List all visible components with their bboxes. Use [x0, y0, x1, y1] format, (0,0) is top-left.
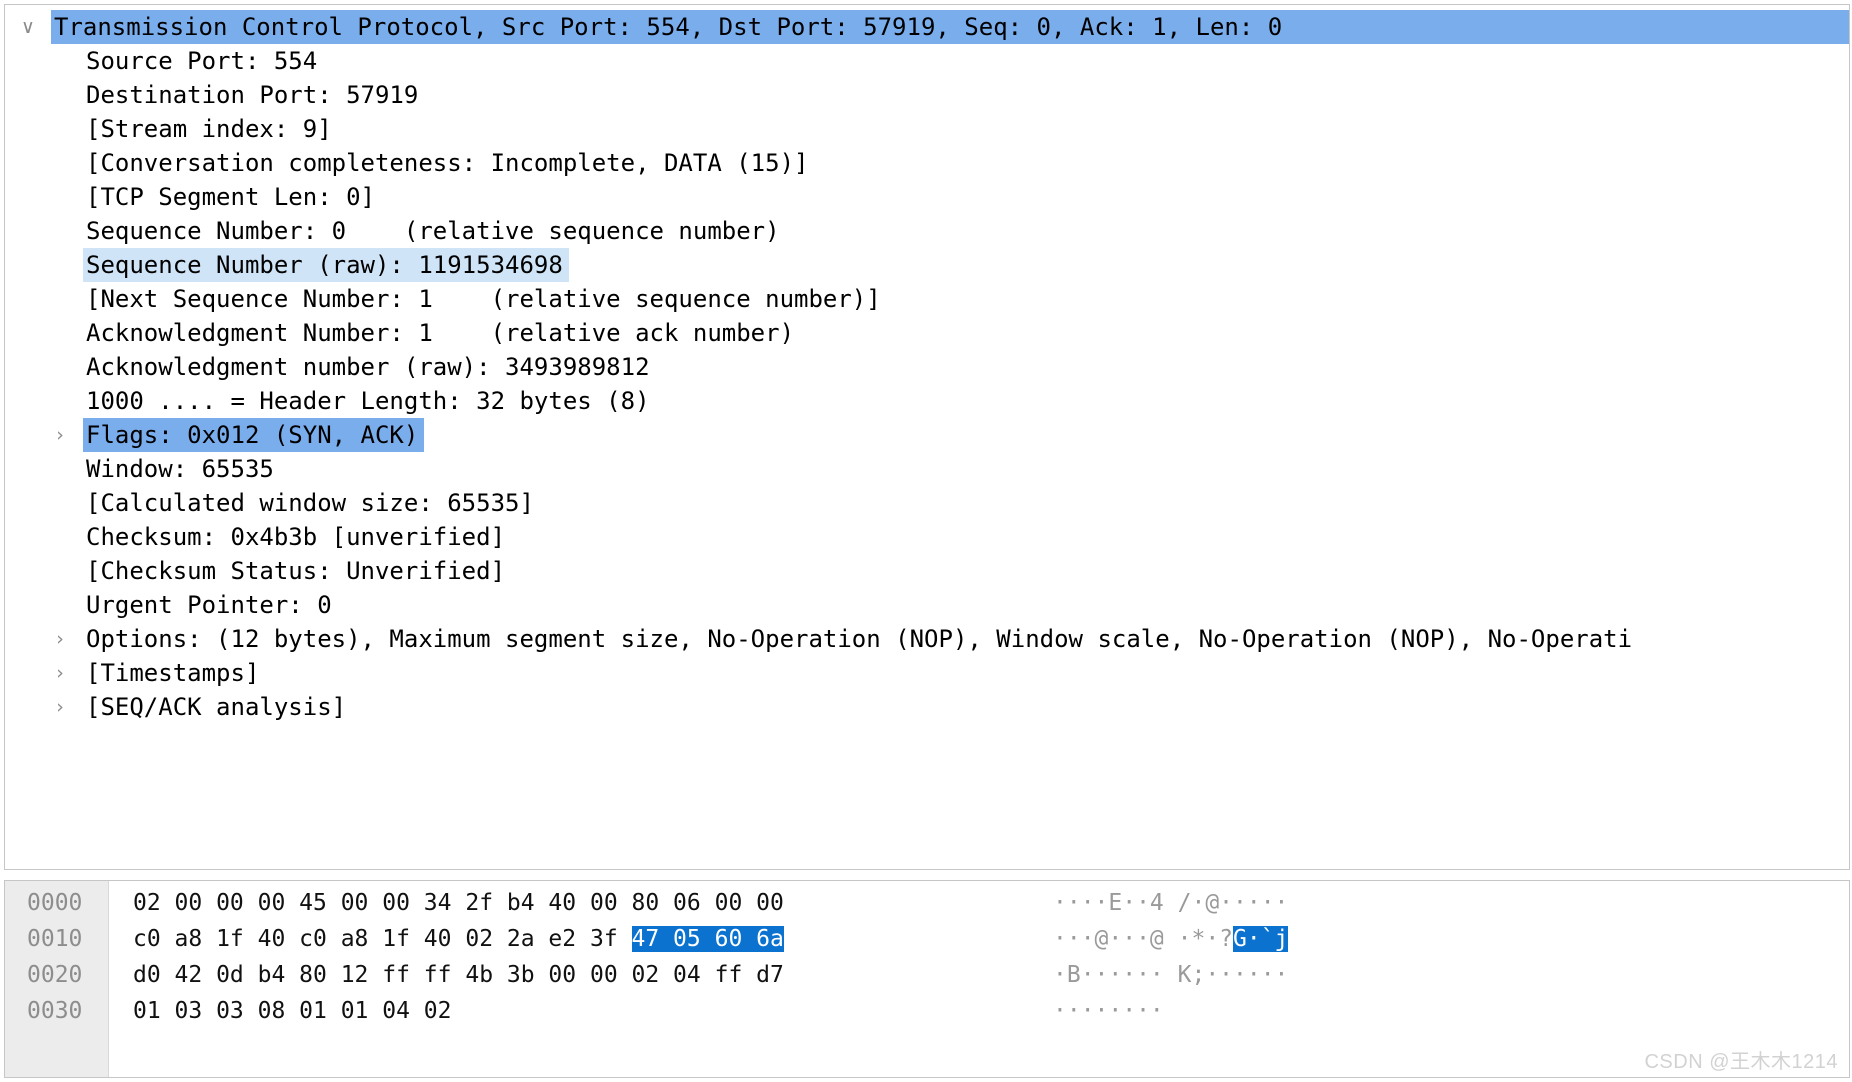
tree-row[interactable]: Checksum: 0x4b3b [unverified] [5, 520, 1849, 554]
hex-bytes-highlighted[interactable]: 47 05 60 6a [631, 926, 784, 952]
tree-row-label: Window: 65535 [86, 455, 274, 483]
chevron-right-icon[interactable]: › [37, 656, 83, 690]
ascii-bytes[interactable]: ····E··4 /·@····· [1053, 885, 1288, 921]
hex-bytes[interactable]: c0 a8 1f 40 c0 a8 1f 40 02 2a e2 3f 47 0… [133, 921, 784, 957]
ascii-bytes-group[interactable]: K;······ [1178, 962, 1289, 988]
tree-row-label: Transmission Control Protocol, Src Port:… [51, 10, 1849, 44]
tree-row-label: [Stream index: 9] [86, 115, 332, 143]
tree-row[interactable]: › [SEQ/ACK analysis] [5, 690, 1849, 724]
ascii-bytes-group[interactable]: ····E··4 [1053, 890, 1178, 916]
tree-row-label: [SEQ/ACK analysis] [86, 693, 347, 721]
ascii-bytes[interactable]: ···@···@ ·*·?G·`j [1053, 921, 1289, 957]
tree-row-label: Source Port: 554 [86, 47, 318, 75]
hex-bytes-group[interactable]: c0 a8 1f 40 c0 a8 1f 40 [133, 926, 465, 952]
hex-offset-label: 0020 [27, 962, 83, 988]
tree-row[interactable]: [Checksum Status: Unverified] [5, 554, 1849, 588]
tree-row[interactable]: Source Port: 554 [5, 44, 1849, 78]
tree-row-label: [Calculated window size: 65535] [86, 489, 534, 517]
tree-row[interactable]: Sequence Number (raw): 1191534698 [5, 248, 1849, 282]
tree-row-label: Sequence Number (raw): 1191534698 [83, 248, 569, 282]
chevron-right-icon[interactable]: › [37, 690, 83, 724]
hex-dump-row[interactable]: 0000 02 00 00 00 45 00 00 34 2f b4 40 00 … [5, 885, 1849, 921]
hex-bytes-group[interactable]: 02 00 00 00 45 00 00 34 [133, 890, 465, 916]
tree-row-label: Sequence Number: 0 (relative sequence nu… [86, 217, 780, 245]
ascii-bytes-group[interactable]: ·B······ [1053, 962, 1178, 988]
hex-bytes-group[interactable]: d0 42 0d b4 80 12 ff ff [133, 962, 465, 988]
packet-details-pane[interactable]: ∨ Transmission Control Protocol, Src Port… [4, 4, 1850, 870]
tree-row-label: Checksum: 0x4b3b [unverified] [86, 523, 506, 551]
tree-row-label: [Timestamps] [86, 659, 260, 687]
tree-row-label: Acknowledgment Number: 1 (relative ack n… [86, 319, 795, 347]
tree-row-label: [Checksum Status: Unverified] [86, 557, 506, 585]
tree-row-label: Destination Port: 57919 [86, 81, 419, 109]
ascii-bytes-group[interactable]: /·@····· [1178, 890, 1289, 916]
chevron-right-icon[interactable]: › [37, 418, 83, 452]
tree-row-label: Options: (12 bytes), Maximum segment siz… [86, 625, 1633, 653]
tree-row[interactable]: [Conversation completeness: Incomplete, … [5, 146, 1849, 180]
tree-row[interactable]: [Stream index: 9] [5, 112, 1849, 146]
hex-offset-label: 0010 [27, 926, 83, 952]
ascii-bytes-group[interactable]: ········ [1053, 998, 1164, 1024]
tree-row[interactable]: 1000 .... = Header Length: 32 bytes (8) [5, 384, 1849, 418]
tree-row-label: Urgent Pointer: 0 [86, 591, 332, 619]
tree-row[interactable]: [Next Sequence Number: 1 (relative seque… [5, 282, 1849, 316]
hex-dump-row[interactable]: 0030 01 03 03 08 01 01 04 02 ········ [5, 993, 1849, 1029]
tree-row-label: [Next Sequence Number: 1 (relative seque… [86, 285, 881, 313]
ascii-bytes[interactable]: ·B······ K;······ [1053, 957, 1288, 993]
tree-row[interactable]: Acknowledgment Number: 1 (relative ack n… [5, 316, 1849, 350]
hex-bytes[interactable]: d0 42 0d b4 80 12 ff ff 4b 3b 00 00 02 0… [133, 957, 784, 993]
tree-row[interactable]: › Flags: 0x012 (SYN, ACK) [5, 418, 1849, 452]
hex-bytes-group[interactable]: 02 2a e2 3f [465, 926, 631, 952]
hex-bytes[interactable]: 01 03 03 08 01 01 04 02 [133, 993, 452, 1029]
hex-offset-label: 0030 [27, 998, 83, 1024]
hex-offset-label: 0000 [27, 890, 83, 916]
hex-dump-row[interactable]: 0010 c0 a8 1f 40 c0 a8 1f 40 02 2a e2 3f … [5, 921, 1849, 957]
tree-row[interactable]: [TCP Segment Len: 0] [5, 180, 1849, 214]
packet-bytes-pane[interactable]: 0000 02 00 00 00 45 00 00 34 2f b4 40 00 … [4, 880, 1850, 1078]
tree-row[interactable]: Destination Port: 57919 [5, 78, 1849, 112]
hex-bytes-group[interactable]: 4b 3b 00 00 02 04 ff d7 [465, 962, 784, 988]
tree-row-label: 1000 .... = Header Length: 32 bytes (8) [86, 387, 650, 415]
tree-row-label: [TCP Segment Len: 0] [86, 183, 375, 211]
watermark-text: CSDN @王木木1214 [1644, 1051, 1838, 1073]
ascii-bytes-group[interactable]: ···@···@ [1053, 926, 1178, 952]
tree-row-label: Flags: 0x012 (SYN, ACK) [83, 418, 425, 452]
hex-bytes[interactable]: 02 00 00 00 45 00 00 34 2f b4 40 00 80 0… [133, 885, 784, 921]
chevron-right-icon[interactable]: › [37, 622, 83, 656]
tree-row[interactable]: Acknowledgment number (raw): 3493989812 [5, 350, 1849, 384]
tree-row[interactable]: › [Timestamps] [5, 656, 1849, 690]
hex-bytes-group[interactable]: 01 03 03 08 01 01 04 02 [133, 998, 452, 1024]
tree-row-label: Acknowledgment number (raw): 3493989812 [86, 353, 650, 381]
tree-row-label: [Conversation completeness: Incomplete, … [86, 149, 809, 177]
ascii-bytes-group[interactable]: ·*·? [1178, 926, 1233, 952]
tree-row[interactable]: ∨ Transmission Control Protocol, Src Port… [5, 10, 1849, 44]
tree-row[interactable]: Urgent Pointer: 0 [5, 588, 1849, 622]
tree-row[interactable]: Window: 65535 [5, 452, 1849, 486]
chevron-down-icon[interactable]: ∨ [5, 10, 51, 44]
tree-row[interactable]: Sequence Number: 0 (relative sequence nu… [5, 214, 1849, 248]
ascii-bytes[interactable]: ········ [1053, 993, 1164, 1029]
ascii-bytes-highlighted[interactable]: G·`j [1233, 926, 1289, 952]
hex-bytes-group[interactable]: 2f b4 40 00 80 06 00 00 [465, 890, 784, 916]
tree-row[interactable]: [Calculated window size: 65535] [5, 486, 1849, 520]
hex-dump-row[interactable]: 0020 d0 42 0d b4 80 12 ff ff 4b 3b 00 00 … [5, 957, 1849, 993]
tree-row[interactable]: › Options: (12 bytes), Maximum segment si… [5, 622, 1849, 656]
